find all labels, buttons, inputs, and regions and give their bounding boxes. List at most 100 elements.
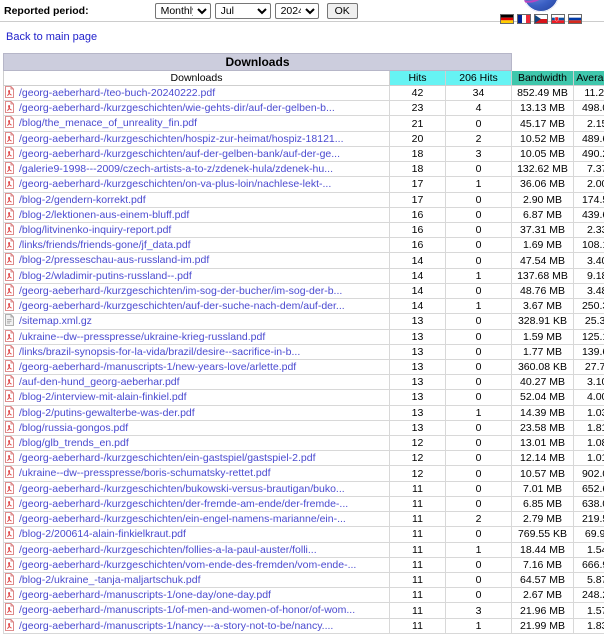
download-url-link[interactable]: /georg-aeberhard-/manuscripts-1/one-day/…: [19, 589, 271, 601]
cell-206-hits: 0: [446, 207, 512, 222]
download-url-link[interactable]: /blog/russia-gongos.pdf: [19, 422, 128, 434]
download-url-link[interactable]: /georg-aeberhard-/kurzgeschichten/auf-de…: [19, 300, 345, 312]
download-url-link[interactable]: /georg-aeberhard-/manuscripts-1/of-men-a…: [19, 605, 355, 617]
cell-average-size: 5.87 MB: [574, 573, 604, 588]
cell-average-size: 4.00 MB: [574, 390, 604, 405]
cell-average-size: 1.08 MB: [574, 436, 604, 451]
cell-average-size: 1.81 MB: [574, 420, 604, 435]
cell-download-url: /blog-2/gendern-korrekt.pdf: [4, 192, 390, 207]
cell-206-hits: 2: [446, 131, 512, 146]
cell-hits: 18: [390, 162, 446, 177]
cell-download-url: /georg-aeberhard-/kurzgeschichten/on-va-…: [4, 177, 390, 192]
download-url-link[interactable]: /blog-2/gendern-korrekt.pdf: [19, 194, 146, 206]
ok-button[interactable]: OK: [327, 3, 358, 19]
download-url-link[interactable]: /blog-2/lektionen-aus-einem-bluff.pdf: [19, 209, 189, 221]
download-url-link[interactable]: /blog-2/presseschau-aus-russland-im.pdf: [19, 255, 209, 267]
pdf-icon: [4, 360, 15, 372]
download-url-link[interactable]: /links/friends/friends-gone/jf_data.pdf: [19, 239, 191, 251]
cell-hits: 17: [390, 192, 446, 207]
cell-bandwidth: 10.05 MB: [512, 146, 574, 161]
column-header-average-size[interactable]: Average size: [574, 71, 604, 86]
back-to-main-page-link[interactable]: Back to main page: [6, 31, 97, 43]
flag-czech[interactable]: [534, 14, 548, 24]
download-url-link[interactable]: /georg-aeberhard-/kurzgeschichten/vom-en…: [19, 559, 356, 571]
cell-hits: 13: [390, 390, 446, 405]
cell-hits: 11: [390, 557, 446, 572]
cell-hits: 13: [390, 329, 446, 344]
cell-bandwidth: 21.99 MB: [512, 618, 574, 633]
table-row: /georg-aeberhard-/kurzgeschichten/vom-en…: [4, 557, 604, 572]
download-url-link[interactable]: /georg-aeberhard-/teo-buch-20240222.pdf: [19, 87, 215, 99]
cell-206-hits: 3: [446, 603, 512, 618]
cell-206-hits: 0: [446, 390, 512, 405]
table-row: /ukraine--dw--presspresse/ukraine-krieg-…: [4, 329, 604, 344]
cell-average-size: 219.55 KB: [574, 512, 604, 527]
cell-hits: 12: [390, 436, 446, 451]
table-row: /blog/the_menace_of_unreality_fin.pdf210…: [4, 116, 604, 131]
cell-average-size: 11.22 MB: [574, 86, 604, 101]
year-select[interactable]: 2024: [275, 3, 319, 19]
download-url-link[interactable]: /georg-aeberhard-/manuscripts-1/new-year…: [19, 361, 296, 373]
flag-germany[interactable]: [500, 14, 514, 24]
cell-bandwidth: 7.16 MB: [512, 557, 574, 572]
month-select[interactable]: Jul: [215, 3, 271, 19]
download-url-link[interactable]: /blog-2/ukraine_-tanja-maljartschuk.pdf: [19, 574, 201, 586]
cell-average-size: 439.60 KB: [574, 207, 604, 222]
table-row: /galerie9-1998---2009/czech-artists-a-to…: [4, 162, 604, 177]
download-url-link[interactable]: /georg-aeberhard-/kurzgeschichten/auf-de…: [19, 148, 340, 160]
download-url-link[interactable]: /blog-2/putins-gewalterbe-was-der.pdf: [19, 407, 195, 419]
period-type-select[interactable]: Monthly: [155, 3, 211, 19]
download-url-link[interactable]: /georg-aeberhard-/kurzgeschichten/im-sog…: [19, 285, 342, 297]
cell-bandwidth: 328.91 KB: [512, 314, 574, 329]
cell-download-url: /georg-aeberhard-/kurzgeschichten/auf-de…: [4, 299, 390, 314]
cell-hits: 23: [390, 101, 446, 116]
cell-download-url: /blog-2/ukraine_-tanja-maljartschuk.pdf: [4, 573, 390, 588]
table-row: /georg-aeberhard-/teo-buch-20240222.pdf4…: [4, 86, 604, 101]
download-url-link[interactable]: /blog-2/wladimir-putins-russland--.pdf: [19, 270, 192, 282]
flag-slovakia[interactable]: [551, 14, 565, 24]
download-url-link[interactable]: /ukraine--dw--presspresse/boris-schumats…: [19, 468, 271, 480]
download-url-link[interactable]: /georg-aeberhard-/kurzgeschichten/on-va-…: [19, 179, 331, 191]
column-header-bandwidth[interactable]: Bandwidth: [512, 71, 574, 86]
flag-russia[interactable]: [568, 14, 582, 24]
column-header-hits[interactable]: Hits: [390, 71, 446, 86]
cell-bandwidth: 2.79 MB: [512, 512, 574, 527]
cell-hits: 16: [390, 238, 446, 253]
cell-average-size: 902.07 KB: [574, 466, 604, 481]
download-url-link[interactable]: /sitemap.xml.gz: [19, 316, 92, 328]
download-url-link[interactable]: /georg-aeberhard-/kurzgeschichten/bukows…: [19, 483, 345, 495]
download-url-link[interactable]: /georg-aeberhard-/kurzgeschichten/hospiz…: [19, 133, 344, 145]
column-header-downloads[interactable]: Downloads: [4, 71, 390, 86]
table-row: /blog-2/lektionen-aus-einem-bluff.pdf160…: [4, 207, 604, 222]
cell-download-url: /blog-2/wladimir-putins-russland--.pdf: [4, 268, 390, 283]
download-url-link[interactable]: /blog-2/200614-alain-finkielkraut.pdf: [19, 529, 186, 541]
pdf-icon: [4, 466, 15, 478]
pdf-icon: [4, 284, 15, 296]
download-url-link[interactable]: /blog/the_menace_of_unreality_fin.pdf: [19, 118, 197, 130]
download-url-link[interactable]: /georg-aeberhard-/kurzgeschichten/follie…: [19, 544, 317, 556]
cell-hits: 13: [390, 405, 446, 420]
download-url-link[interactable]: /georg-aeberhard-/kurzgeschichten/ein-ga…: [19, 452, 316, 464]
cell-download-url: /georg-aeberhard-/kurzgeschichten/ein-en…: [4, 512, 390, 527]
download-url-link[interactable]: /blog/glb_trends_en.pdf: [19, 437, 129, 449]
cell-bandwidth: 36.06 MB: [512, 177, 574, 192]
download-url-link[interactable]: /georg-aeberhard-/manuscripts-1/nancy---…: [19, 620, 333, 632]
flag-france[interactable]: [517, 14, 531, 24]
download-url-link[interactable]: /auf-den-hund_georg-aeberhar.pdf: [19, 376, 180, 388]
pdf-icon: [4, 390, 15, 402]
download-url-link[interactable]: /blog-2/interview-mit-alain-finkiel.pdf: [19, 392, 186, 404]
download-url-link[interactable]: /ukraine--dw--presspresse/ukraine-krieg-…: [19, 331, 265, 343]
cell-hits: 14: [390, 253, 446, 268]
download-url-link[interactable]: /georg-aeberhard-/kurzgeschichten/ein-en…: [19, 513, 346, 525]
download-url-link[interactable]: /galerie9-1998---2009/czech-artists-a-to…: [19, 163, 333, 175]
cell-hits: 11: [390, 573, 446, 588]
cell-bandwidth: 18.44 MB: [512, 542, 574, 557]
download-url-link[interactable]: /links/brazil-synopsis-for-la-vida/brazi…: [19, 346, 300, 358]
download-url-link[interactable]: /georg-aeberhard-/kurzgeschichten/der-fr…: [19, 498, 348, 510]
column-header-206-hits[interactable]: 206 Hits: [446, 71, 512, 86]
pdf-icon: [4, 421, 15, 433]
download-url-link[interactable]: /georg-aeberhard-/kurzgeschichten/wie-ge…: [19, 102, 335, 114]
download-url-link[interactable]: /blog/litvinenko-inquiry-report.pdf: [19, 224, 171, 236]
cell-206-hits: 2: [446, 512, 512, 527]
table-row: /sitemap.xml.gz130328.91 KB25.30 KB: [4, 314, 604, 329]
